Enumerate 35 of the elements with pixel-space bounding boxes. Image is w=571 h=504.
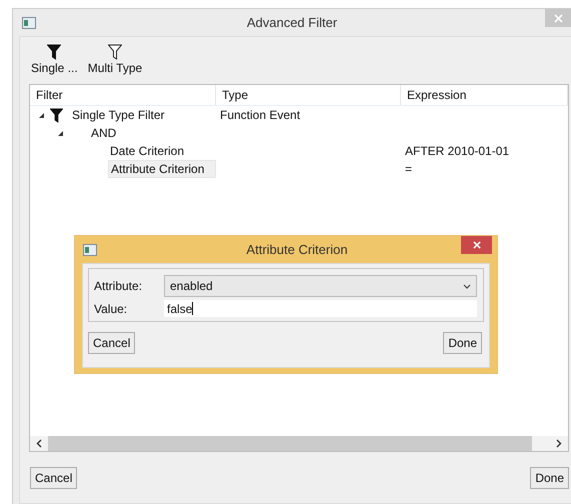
column-header[interactable]: Expression [401, 85, 568, 105]
dialog-title: Attribute Criterion [246, 242, 348, 257]
tree-item[interactable]: AND [89, 124, 216, 142]
value-field[interactable]: false [164, 300, 477, 317]
toolbar-button[interactable]: Single ... [29, 44, 80, 84]
app-icon [83, 244, 97, 256]
field-label: Attribute: [94, 279, 144, 293]
funnel-outline-icon [108, 44, 122, 60]
tree-item[interactable]: Single Type Filter [70, 106, 216, 124]
expander-icon[interactable] [57, 130, 64, 136]
close-icon [472, 241, 480, 249]
column-header[interactable]: Type [216, 85, 401, 105]
funnel-icon [47, 44, 62, 60]
close-button[interactable] [461, 236, 492, 254]
toolbar-button[interactable]: Multi Type [86, 44, 144, 84]
scroll-right-icon[interactable] [556, 439, 562, 448]
close-icon [554, 14, 562, 22]
dialog-button[interactable]: Cancel [88, 332, 136, 354]
field-label: Value: [94, 302, 128, 316]
window-title: Advanced Filter [246, 15, 338, 30]
tree-item[interactable]: Attribute Criterion [108, 160, 216, 178]
tree-item[interactable]: Date Criterion [108, 142, 216, 160]
expression-cell: AFTER 2010-01-01 [405, 144, 510, 158]
attribute-dropdown[interactable]: enabled [164, 275, 477, 297]
column-header[interactable]: Filter [30, 85, 216, 105]
dialog-button[interactable]: Cancel [30, 467, 78, 489]
app-icon [22, 16, 36, 28]
scroll-left-icon[interactable] [36, 439, 42, 448]
dialog-button[interactable]: Done [443, 332, 482, 354]
chevron-icon [463, 284, 471, 288]
dialog-button[interactable]: Done [530, 467, 569, 489]
expression-cell: = [405, 162, 412, 176]
type-cell: Function Event [220, 108, 300, 122]
funnel-icon [50, 108, 63, 122]
expander-icon[interactable] [38, 112, 45, 118]
